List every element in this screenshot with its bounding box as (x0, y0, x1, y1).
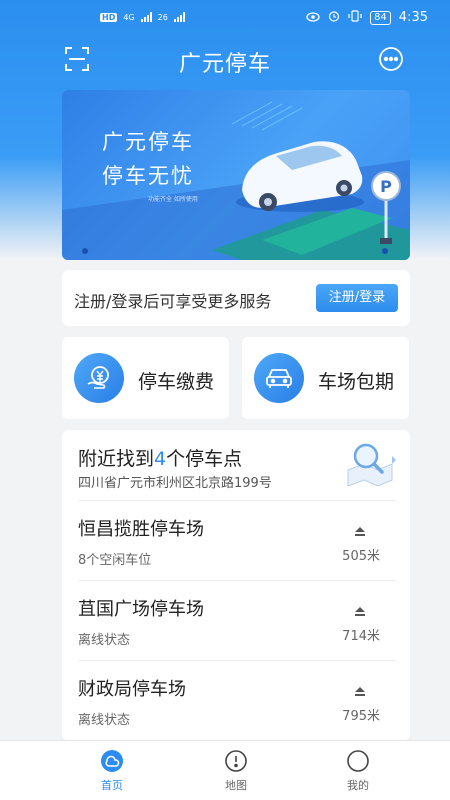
navigate-icon (354, 683, 366, 696)
more-icon[interactable] (378, 46, 404, 72)
navigate-icon (354, 523, 366, 536)
lot-status: 8个空闲车位 (78, 553, 152, 568)
register-login-button[interactable]: 注册/登录 (316, 284, 398, 312)
lot-status: 离线状态 (78, 713, 131, 728)
tab-map[interactable]: 地图 (196, 749, 276, 793)
car-icon (254, 353, 304, 403)
lot-name: 财政局停车场 (78, 679, 186, 700)
app-header: 广元停车 (0, 38, 450, 80)
lot-status: 离线状态 (78, 633, 131, 648)
nearby-count: 4 (154, 448, 167, 470)
status-right: 84 4:35 (306, 10, 428, 25)
banner-line-1: 广元停车 (102, 130, 194, 154)
nearby-title: 附近找到4个停车点 (78, 444, 242, 471)
navigate-icon (354, 603, 366, 616)
carousel-dot[interactable] (82, 248, 88, 254)
status-time: 4:35 (398, 10, 428, 25)
hd-badge: HD (100, 12, 118, 22)
login-prompt-text: 注册/登录后可享受更多服务 (74, 292, 272, 311)
tab-profile[interactable]: 我的 (318, 749, 398, 793)
status-bar: HD 4G 26 84 4:35 (0, 0, 450, 34)
battery-indicator: 84 (370, 10, 391, 25)
login-prompt-card: 注册/登录后可享受更多服务 注册/登录 (62, 270, 410, 326)
lot-distance: 795米 (342, 709, 380, 724)
signal-icon (140, 12, 152, 22)
lot-subscription-label: 车场包期 (318, 371, 395, 393)
vibrate-icon (348, 10, 362, 25)
nearby-parking-card: 附近找到4个停车点 四川省广元市利州区北京路199号 恒昌揽胜停车场 8个空闲车… (62, 430, 410, 740)
promo-banner[interactable]: P 广元停车 停车无忧 功能齐全 如所使用 (62, 90, 410, 260)
eye-icon (306, 11, 320, 25)
alarm-icon (328, 10, 340, 25)
parking-lot-item[interactable]: 苴国广场停车场 离线状态 714米 (78, 580, 396, 660)
status-left: HD 4G 26 (100, 12, 185, 22)
banner-caption: 功能齐全 如所使用 (148, 196, 198, 203)
network-label-1: 4G (123, 12, 135, 22)
current-address: 四川省广元市利州区北京路199号 (78, 476, 272, 491)
parking-payment-label: 停车缴费 (138, 371, 215, 393)
parking-sign-letter: P (380, 177, 392, 196)
lot-distance: 505米 (342, 549, 380, 564)
user-icon (346, 749, 370, 773)
nearby-title-suffix: 个停车点 (166, 448, 243, 470)
lot-name: 恒昌揽胜停车场 (78, 519, 204, 540)
nearby-title-prefix: 附近找到 (78, 448, 155, 470)
banner-line-2: 停车无忧 (102, 164, 194, 188)
tab-map-label: 地图 (225, 779, 247, 792)
yen-hand-icon (74, 353, 124, 403)
tab-home-label: 首页 (101, 779, 123, 792)
parking-lot-item[interactable]: 财政局停车场 离线状态 795米 (78, 660, 396, 740)
home-icon (100, 749, 124, 773)
map-search-icon[interactable] (344, 440, 396, 487)
lot-name: 苴国广场停车场 (78, 599, 204, 620)
carousel-dot[interactable] (382, 248, 388, 254)
signal-icon-2 (173, 12, 185, 22)
parking-lot-item[interactable]: 恒昌揽胜停车场 8个空闲车位 505米 (78, 500, 396, 580)
lot-distance: 714米 (342, 629, 380, 644)
parking-payment-card[interactable]: 停车缴费 (62, 337, 229, 419)
bottom-tab-bar: 首页 地图 我的 (0, 740, 450, 800)
network-label-2: 26 (157, 12, 168, 22)
lot-subscription-card[interactable]: 车场包期 (242, 337, 409, 419)
tab-profile-label: 我的 (347, 779, 369, 792)
map-pin-icon (224, 749, 248, 773)
tab-home[interactable]: 首页 (72, 749, 152, 793)
